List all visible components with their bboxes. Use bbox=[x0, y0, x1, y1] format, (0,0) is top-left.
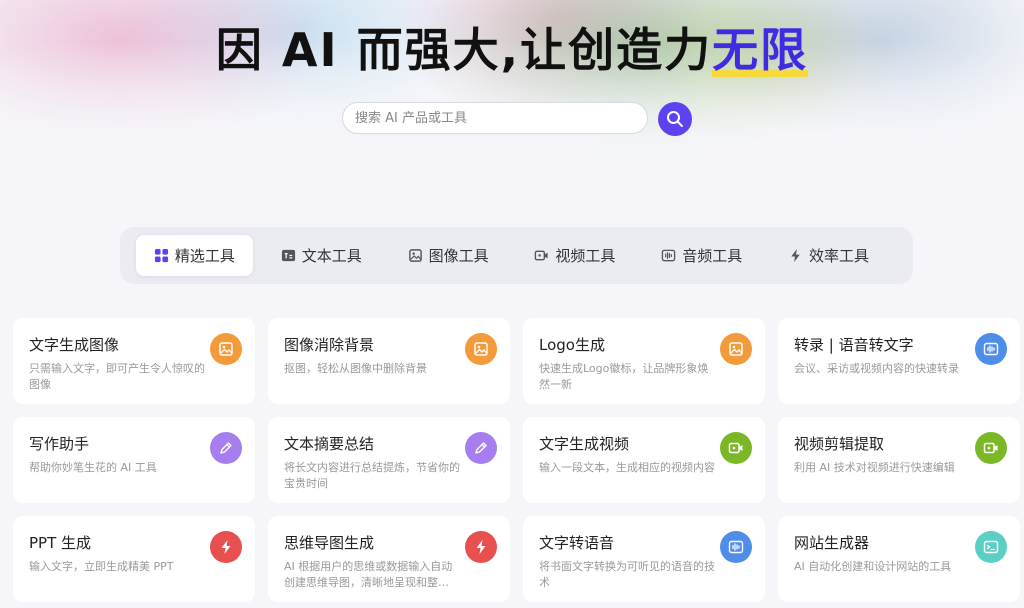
tool-card-description: AI 根据用户的思维或数据输入自动创建思维导图，清晰地呈现和整… bbox=[284, 560, 453, 589]
tool-card-title: 写作助手 bbox=[29, 435, 90, 453]
bolt-icon bbox=[210, 531, 242, 563]
hero-title-main: 因 AI 而强大,让创造力 bbox=[215, 23, 713, 77]
grid-icon bbox=[154, 248, 169, 263]
bolt-icon bbox=[788, 248, 803, 263]
tool-card-description: AI 自动化创建和设计网站的工具 bbox=[794, 560, 952, 573]
tool-card-description: 抠图，轻松从图像中删除背景 bbox=[284, 362, 427, 375]
tool-card[interactable]: 视频剪辑提取利用 AI 技术对视频进行快速编辑 bbox=[778, 417, 1020, 503]
tool-card[interactable]: 文字生成视频输入一段文本，生成相应的视频内容 bbox=[523, 417, 765, 503]
tool-card[interactable]: 网站生成器 AI 自动化创建和设计网站的工具 bbox=[778, 516, 1020, 602]
tab-4[interactable]: 视频工具 bbox=[516, 235, 633, 276]
tab-label: 精选工具 bbox=[174, 247, 235, 265]
image-icon bbox=[408, 248, 423, 263]
search-input[interactable] bbox=[342, 102, 648, 134]
hero-title: 因 AI 而强大,让创造力无限 bbox=[0, 14, 1024, 80]
terminal-icon bbox=[975, 531, 1007, 563]
tool-card-title: 文字转语音 bbox=[539, 534, 615, 552]
tool-card-title: Logo生成 bbox=[539, 336, 605, 354]
tab-label: 图像工具 bbox=[428, 247, 489, 265]
tool-card[interactable]: 思维导图生成 AI 根据用户的思维或数据输入自动创建思维导图，清晰地呈现和整… bbox=[268, 516, 510, 602]
image-icon bbox=[210, 333, 242, 365]
search-bar bbox=[342, 102, 692, 136]
tool-card-title: 视频剪辑提取 bbox=[794, 435, 885, 453]
tab-6[interactable]: 效率工具 bbox=[770, 235, 887, 276]
tab-5[interactable]: 音频工具 bbox=[643, 235, 760, 276]
tool-card[interactable]: 文字生成图像只需输入文字，即可产生令人惊叹的图像 bbox=[13, 318, 255, 404]
tool-card[interactable]: 文字转语音将书面文字转换为可听见的语音的技术 bbox=[523, 516, 765, 602]
image-icon bbox=[465, 333, 497, 365]
tool-card-description: 将长文内容进行总结提炼，节省你的宝贵时间 bbox=[284, 461, 460, 490]
bolt-icon bbox=[465, 531, 497, 563]
tool-card[interactable]: 转录 | 语音转文字会议、采访或视频内容的快速转录 bbox=[778, 318, 1020, 404]
audio-icon bbox=[975, 333, 1007, 365]
audio-icon bbox=[720, 531, 752, 563]
tool-card-title: 文字生成视频 bbox=[539, 435, 630, 453]
tool-card-description: 输入文字，立即生成精美 PPT bbox=[29, 560, 174, 573]
tool-card-title: 文字生成图像 bbox=[29, 336, 120, 354]
tool-card[interactable]: Logo生成快速生成Logo徽标，让品牌形象焕然一新 bbox=[523, 318, 765, 404]
video-icon bbox=[975, 432, 1007, 464]
tool-card[interactable]: 图像消除背景抠图，轻松从图像中删除背景 bbox=[268, 318, 510, 404]
image-icon bbox=[720, 333, 752, 365]
tool-card[interactable]: 写作助手帮助你妙笔生花的 AI 工具 bbox=[13, 417, 255, 503]
tool-card-description: 会议、采访或视频内容的快速转录 bbox=[794, 362, 959, 375]
tool-card[interactable]: PPT 生成输入文字，立即生成精美 PPT bbox=[13, 516, 255, 602]
tab-3[interactable]: 图像工具 bbox=[390, 235, 507, 276]
pencil-icon bbox=[465, 432, 497, 464]
tool-card-title: PPT 生成 bbox=[29, 534, 92, 552]
tab-label: 文本工具 bbox=[301, 247, 362, 265]
tool-card-title: 转录 | 语音转文字 bbox=[794, 336, 914, 354]
tool-card-title: 网站生成器 bbox=[794, 534, 870, 552]
pencil-icon bbox=[210, 432, 242, 464]
tool-card-description: 只需输入文字，即可产生令人惊叹的图像 bbox=[29, 362, 205, 391]
tool-card-description: 利用 AI 技术对视频进行快速编辑 bbox=[794, 461, 955, 474]
tool-card-title: 文本摘要总结 bbox=[284, 435, 375, 453]
tab-2[interactable]: 文本工具 bbox=[263, 235, 380, 276]
search-button[interactable] bbox=[658, 102, 692, 136]
video-icon bbox=[720, 432, 752, 464]
tab-label: 效率工具 bbox=[809, 247, 870, 265]
tool-card[interactable]: 文本摘要总结将长文内容进行总结提炼，节省你的宝贵时间 bbox=[268, 417, 510, 503]
tool-card-description: 快速生成Logo徽标，让品牌形象焕然一新 bbox=[539, 362, 709, 391]
video-icon bbox=[534, 248, 549, 263]
audio-icon bbox=[661, 248, 676, 263]
text-icon bbox=[281, 248, 296, 263]
tab-1[interactable]: 精选工具 bbox=[136, 235, 253, 276]
tool-card-title: 图像消除背景 bbox=[284, 336, 375, 354]
tool-card-title: 思维导图生成 bbox=[284, 534, 375, 552]
tool-card-description: 将书面文字转换为可听见的语音的技术 bbox=[539, 560, 715, 589]
tab-label: 音频工具 bbox=[682, 247, 743, 265]
category-tabs: 精选工具 文本工具 图像工具 视频工具 音频工具 效率工具 bbox=[120, 227, 913, 284]
tool-card-grid: 文字生成图像 只需输入文字，即可产生令人惊叹的图像 图像消除背景 抠图，轻松从图像中删… bbox=[13, 318, 1020, 602]
search-icon bbox=[666, 110, 684, 128]
tab-label: 视频工具 bbox=[555, 247, 616, 265]
tool-card-description: 帮助你妙笔生花的 AI 工具 bbox=[29, 461, 157, 474]
hero-title-accent: 无限 bbox=[712, 23, 809, 77]
tool-card-description: 输入一段文本，生成相应的视频内容 bbox=[539, 461, 715, 474]
